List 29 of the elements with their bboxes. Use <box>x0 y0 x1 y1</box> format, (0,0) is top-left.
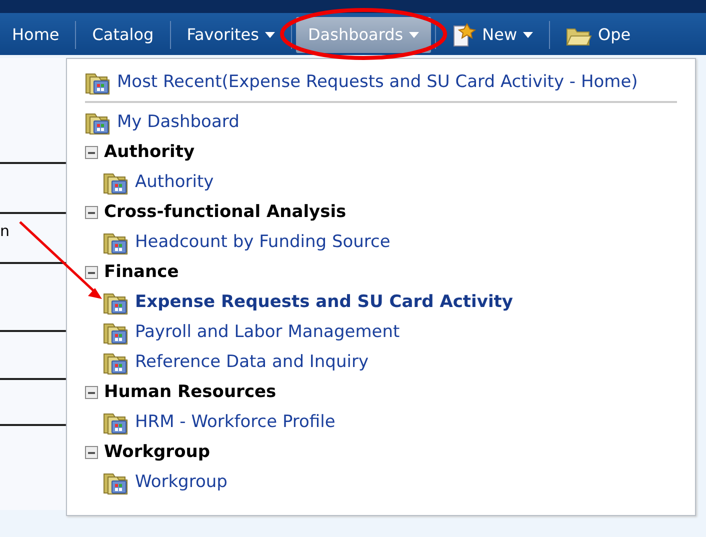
nav-tab[interactable]: Home <box>0 15 72 55</box>
menu-item[interactable]: My Dashboard <box>85 107 240 137</box>
menu-item[interactable]: Reference Data and Inquiry <box>103 347 369 377</box>
menu-item[interactable]: Most Recent(Expense Requests and SU Card Activity - Home) <box>85 67 638 97</box>
nav-tab[interactable]: Ope <box>554 15 643 55</box>
menu-item[interactable]: Payroll and Labor Management <box>103 317 400 347</box>
menu-item[interactable]: Workgroup <box>103 467 228 497</box>
group-heading: Workgroup <box>104 441 210 464</box>
group-heading: Cross-functional Analysis <box>104 201 346 224</box>
group-heading: Finance <box>104 261 179 284</box>
nav-tab[interactable]: Favorites <box>174 15 287 55</box>
collapse-toggle-icon[interactable] <box>85 386 98 398</box>
collapse-toggle-icon[interactable] <box>85 206 98 218</box>
nav-tab[interactable]: Catalog <box>80 15 166 55</box>
cut-text: n <box>0 221 10 242</box>
caret-icon <box>409 32 420 38</box>
document-star-icon <box>452 23 476 47</box>
caret-icon <box>264 32 275 38</box>
collapse-toggle-icon[interactable] <box>85 446 98 458</box>
collapse-toggle-icon[interactable] <box>85 266 98 278</box>
menu-item[interactable]: Headcount by Funding Source <box>103 227 390 257</box>
menu-item[interactable]: Authority <box>103 167 214 197</box>
group-heading: Authority <box>104 141 195 164</box>
group-heading: Human Resources <box>104 381 276 404</box>
nav-tab[interactable]: New <box>440 15 546 55</box>
collapse-toggle-icon[interactable] <box>85 146 98 158</box>
caret-icon <box>523 32 534 38</box>
menu-item[interactable]: Expense Requests and SU Card Activity <box>103 287 514 317</box>
menu-item[interactable]: HRM - Workforce Profile <box>103 407 336 437</box>
